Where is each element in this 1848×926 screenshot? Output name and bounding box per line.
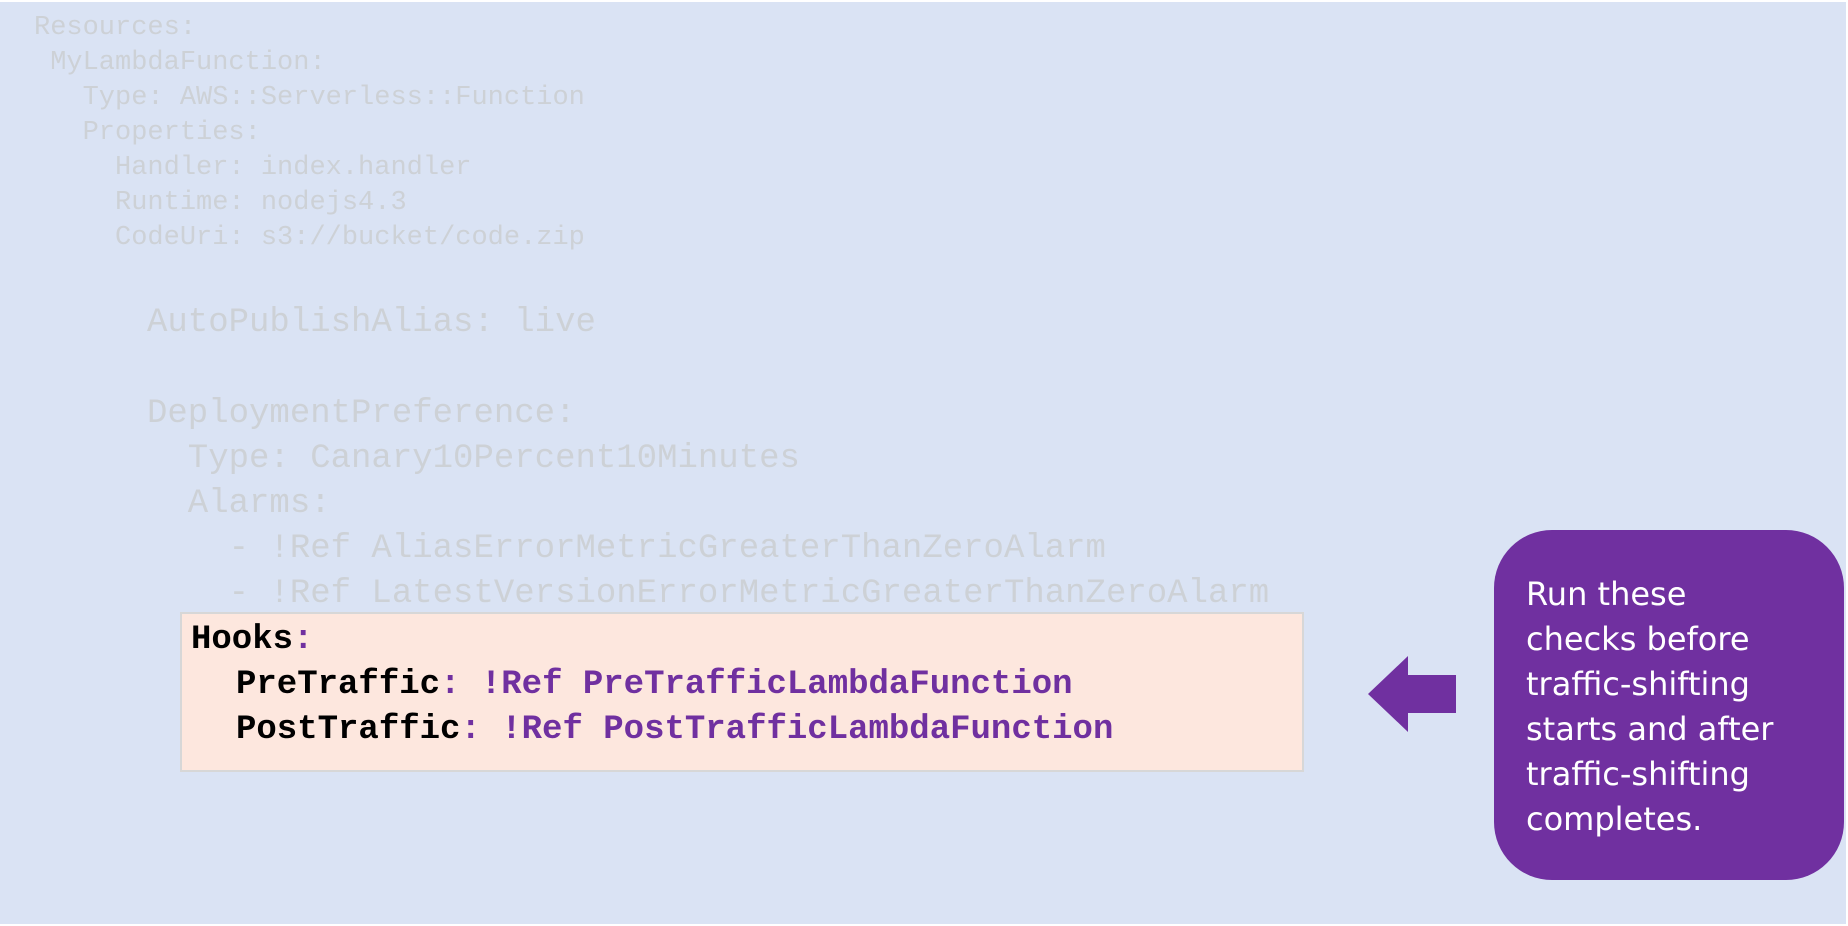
code-line: Type: AWS::Serverless::Function — [34, 83, 585, 113]
arrow-left-icon — [1368, 656, 1456, 732]
posttraffic-key: PostTraffic — [236, 711, 461, 749]
code-line: MyLambdaFunction: — [34, 48, 326, 78]
callout-line: starts and after — [1526, 710, 1774, 748]
pretraffic-value: : !Ref PreTrafficLambdaFunction — [440, 666, 1073, 704]
pretraffic-key: PreTraffic — [236, 666, 441, 704]
callout-line: Run these — [1526, 575, 1687, 613]
code-line: Type: Canary10Percent10Minutes — [147, 440, 800, 478]
callout-line: traffic-shifting — [1526, 665, 1750, 703]
callout-line: completes. — [1526, 800, 1703, 838]
hooks-line: Hooks: — [191, 623, 313, 657]
code-line: DeploymentPreference: — [147, 395, 576, 433]
callout-box: Run these checks before traffic-shifting… — [1494, 530, 1844, 880]
code-line: CodeUri: s3://bucket/code.zip — [34, 223, 585, 253]
code-line: Alarms: — [147, 485, 331, 523]
hooks-highlight-box: Hooks: PreTraffic: !Ref PreTrafficLambda… — [180, 612, 1304, 772]
posttraffic-line: PostTraffic: !Ref PostTrafficLambdaFunct… — [236, 713, 1113, 747]
posttraffic-value: : !Ref PostTrafficLambdaFunction — [460, 711, 1114, 749]
code-line: - !Ref LatestVersionErrorMetricGreaterTh… — [147, 575, 1270, 613]
code-line: Handler: index.handler — [34, 153, 472, 183]
code-line: Runtime: nodejs4.3 — [34, 188, 407, 218]
hooks-key: Hooks — [191, 621, 294, 659]
code-line: Properties: — [34, 118, 261, 148]
code-line: AutoPublishAlias: live — [147, 304, 596, 342]
slide: Resources: MyLambdaFunction: Type: AWS::… — [0, 2, 1846, 924]
callout-line: checks before — [1526, 620, 1750, 658]
code-line: Resources: — [34, 13, 197, 43]
hooks-colon: : — [293, 621, 314, 659]
code-line: - !Ref AliasErrorMetricGreaterThanZeroAl… — [147, 530, 1106, 568]
pretraffic-line: PreTraffic: !Ref PreTrafficLambdaFunctio… — [236, 668, 1073, 702]
callout-line: traffic-shifting — [1526, 755, 1750, 793]
